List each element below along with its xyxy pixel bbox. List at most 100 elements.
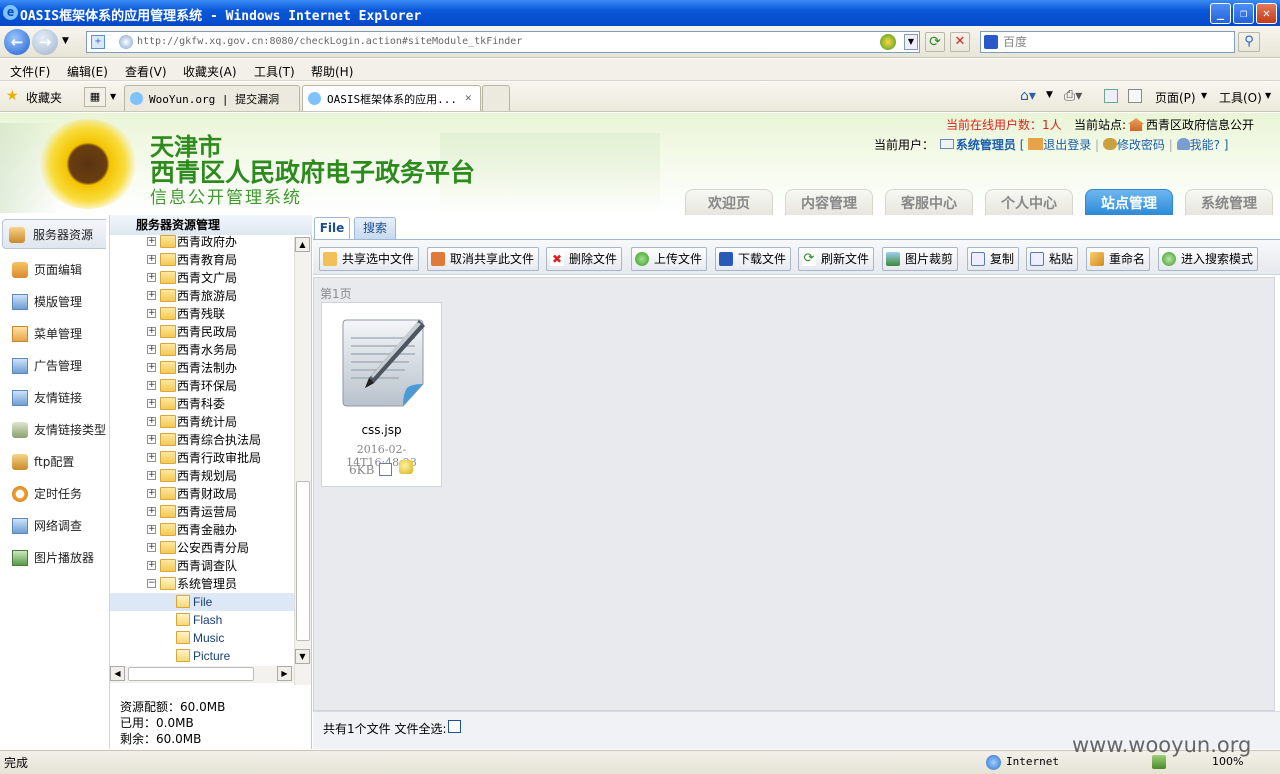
- tree-folder[interactable]: + 西青法制办: [110, 359, 294, 377]
- history-dropdown-icon[interactable]: ▼: [62, 36, 69, 46]
- expand-icon[interactable]: +: [147, 345, 156, 354]
- expand-icon[interactable]: +: [147, 489, 156, 498]
- h-scroll-thumb[interactable]: [128, 667, 254, 681]
- menu-tools[interactable]: 工具(T): [254, 63, 295, 80]
- expand-icon[interactable]: +: [147, 363, 156, 372]
- tab-oasis[interactable]: OASIS框架体系的应用... ✕: [302, 85, 481, 111]
- quick-tabs-icon[interactable]: ▦: [84, 87, 106, 107]
- maximize-button[interactable]: ❐: [1233, 3, 1254, 24]
- nav-welcome[interactable]: 欢迎页: [685, 189, 773, 216]
- page-menu[interactable]: 页面(P): [1155, 89, 1196, 106]
- expand-icon[interactable]: +: [147, 525, 156, 534]
- expand-icon[interactable]: +: [147, 507, 156, 516]
- change-password-link[interactable]: 修改密码: [1117, 138, 1165, 152]
- tree-folder[interactable]: + 西青政府办: [110, 235, 294, 251]
- tools-menu[interactable]: 工具(O): [1219, 89, 1262, 106]
- nav-personal[interactable]: 个人中心: [985, 189, 1073, 216]
- sidebar-item-page-edit[interactable]: 页面编辑: [6, 255, 110, 285]
- select-all-checkbox[interactable]: [448, 720, 461, 733]
- protected-mode-icon[interactable]: [1152, 755, 1166, 769]
- expand-icon[interactable]: +: [147, 327, 156, 336]
- sidebar-item-ads[interactable]: 广告管理: [6, 351, 110, 381]
- compat-icon[interactable]: [880, 34, 896, 50]
- rename-button[interactable]: 重命名: [1086, 247, 1151, 271]
- menu-help[interactable]: 帮助(H): [311, 63, 353, 80]
- nav-system-management[interactable]: 系统管理: [1185, 189, 1273, 216]
- menu-view[interactable]: 查看(V): [125, 63, 167, 80]
- expand-icon[interactable]: +: [147, 381, 156, 390]
- expand-icon[interactable]: +: [147, 309, 156, 318]
- expand-icon[interactable]: +: [147, 471, 156, 480]
- tree-folder[interactable]: + 西青金融办: [110, 521, 294, 539]
- page-edit-icon[interactable]: [1104, 89, 1118, 103]
- expand-icon[interactable]: +: [147, 435, 156, 444]
- sidebar-item-surveys[interactable]: 网络调查: [6, 511, 110, 541]
- address-dropdown-icon[interactable]: ▼: [904, 34, 918, 50]
- expand-icon[interactable]: +: [147, 237, 156, 246]
- tree-folder[interactable]: + 西青行政审批局: [110, 449, 294, 467]
- tree-folder[interactable]: + 西青旅游局: [110, 287, 294, 305]
- scroll-up-button[interactable]: ▲: [295, 237, 310, 252]
- tree-folder[interactable]: − 系统管理员: [110, 575, 294, 593]
- file-item[interactable]: css.jsp 2016-02-14T16:48:23 6KB: [321, 302, 442, 487]
- menu-favorites[interactable]: 收藏夹(A): [183, 63, 237, 80]
- help-link[interactable]: 我能?: [1190, 138, 1220, 152]
- tree-vertical-scrollbar[interactable]: ▲ ▼: [294, 237, 311, 685]
- tab-search[interactable]: 搜索: [354, 217, 396, 239]
- tree-folder[interactable]: + 西青统计局: [110, 413, 294, 431]
- download-file-button[interactable]: 下载文件: [715, 247, 792, 271]
- favorites-button[interactable]: 收藏夹: [26, 89, 62, 106]
- tree-subfolder[interactable]: Picture: [110, 647, 294, 665]
- tree-folder[interactable]: + 西青文广局: [110, 269, 294, 287]
- sidebar-item-image-player[interactable]: 图片播放器: [6, 543, 110, 573]
- sidebar-item-server-resources[interactable]: 服务器资源: [2, 219, 106, 249]
- sidebar-item-scheduled-tasks[interactable]: 定时任务: [6, 479, 110, 509]
- tree-folder[interactable]: + 西青水务局: [110, 341, 294, 359]
- close-tab-icon[interactable]: ✕: [465, 91, 472, 104]
- tree-folder[interactable]: + 西青综合执法局: [110, 431, 294, 449]
- tree-folder[interactable]: + 西青残联: [110, 305, 294, 323]
- close-window-button[interactable]: ✕: [1256, 3, 1277, 24]
- tab-file[interactable]: File: [314, 217, 350, 239]
- tree-folder[interactable]: + 西青规划局: [110, 467, 294, 485]
- stop-icon[interactable]: ✕: [950, 32, 970, 52]
- tree-horizontal-scrollbar[interactable]: ◀ ▶: [110, 666, 294, 683]
- expand-icon[interactable]: +: [147, 561, 156, 570]
- scroll-right-button[interactable]: ▶: [277, 666, 292, 681]
- search-mode-button[interactable]: 进入搜索模式: [1158, 247, 1259, 271]
- print-preview-icon[interactable]: [1128, 89, 1142, 103]
- refresh-icon[interactable]: ⟳: [925, 32, 945, 52]
- sidebar-item-links[interactable]: 友情链接: [6, 383, 110, 413]
- collapse-icon[interactable]: −: [147, 579, 156, 588]
- back-button[interactable]: ←: [4, 29, 30, 55]
- url-input[interactable]: + http://gkfw.xq.gov.cn:8080/checkLogin.…: [86, 31, 920, 53]
- page-menu-dropdown-icon[interactable]: ▼: [1201, 91, 1207, 100]
- unshare-button[interactable]: 取消共享此文件: [427, 247, 540, 271]
- tree-subfolder[interactable]: Flash: [110, 611, 294, 629]
- tree-folder[interactable]: + 西青运营局: [110, 503, 294, 521]
- tree-folder[interactable]: + 西青环保局: [110, 377, 294, 395]
- sidebar-item-templates[interactable]: 模版管理: [6, 287, 110, 317]
- forward-button[interactable]: →: [32, 29, 58, 55]
- nav-service[interactable]: 客服中心: [885, 189, 973, 216]
- feeds-icon[interactable]: ▼: [1046, 90, 1053, 100]
- menu-edit[interactable]: 编辑(E): [67, 63, 108, 80]
- expand-icon[interactable]: +: [147, 543, 156, 552]
- scroll-thumb[interactable]: [296, 481, 310, 641]
- sidebar-item-link-types[interactable]: 友情链接类型: [6, 415, 110, 445]
- tree-folder[interactable]: + 西青科委: [110, 395, 294, 413]
- share-selected-button[interactable]: 共享选中文件: [319, 247, 420, 271]
- file-select-checkbox[interactable]: [379, 463, 392, 476]
- search-input[interactable]: 百度: [980, 31, 1235, 53]
- tab-wooyun[interactable]: WooYun.org | 提交漏洞: [124, 85, 300, 111]
- expand-icon[interactable]: +: [147, 291, 156, 300]
- home-icon[interactable]: ⌂▾: [1020, 88, 1036, 104]
- scroll-down-button[interactable]: ▼: [295, 649, 310, 664]
- new-tab-button[interactable]: [482, 85, 510, 111]
- tree-subfolder[interactable]: File: [110, 593, 294, 611]
- tree-subfolder[interactable]: Music: [110, 629, 294, 647]
- tree-folder[interactable]: + 西青教育局: [110, 251, 294, 269]
- file-name[interactable]: css.jsp: [322, 423, 441, 437]
- refresh-files-button[interactable]: ⟳ 刷新文件: [798, 247, 875, 271]
- tree-folder[interactable]: + 西青财政局: [110, 485, 294, 503]
